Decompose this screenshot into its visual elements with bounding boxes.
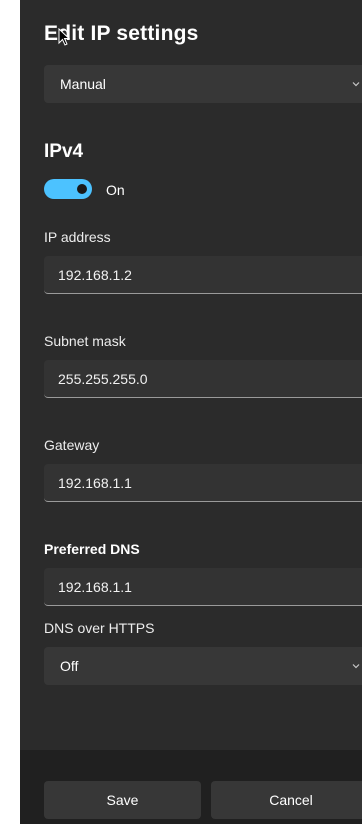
subnet-mask-label: Subnet mask xyxy=(44,333,126,349)
ip-address-label: IP address xyxy=(44,229,111,245)
preferred-dns-value: 192.168.1.1 xyxy=(58,579,132,595)
dns-over-https-dropdown[interactable]: Off xyxy=(44,647,362,685)
ipv4-heading: IPv4 xyxy=(44,141,84,162)
chevron-down-icon xyxy=(352,664,360,669)
preferred-dns-field[interactable]: 192.168.1.1 xyxy=(44,568,362,606)
gateway-value: 192.168.1.1 xyxy=(58,475,132,491)
dns-over-https-label: DNS over HTTPS xyxy=(44,620,155,636)
cancel-button[interactable]: Cancel xyxy=(211,781,362,819)
gateway-field[interactable]: 192.168.1.1 xyxy=(44,464,362,502)
ipv4-toggle[interactable] xyxy=(44,179,92,199)
ip-mode-value: Manual xyxy=(60,76,106,92)
ipv4-toggle-label: On xyxy=(106,182,125,198)
save-button[interactable]: Save xyxy=(44,781,201,819)
dns-over-https-value: Off xyxy=(60,658,79,674)
toggle-knob xyxy=(77,184,87,194)
chevron-down-icon xyxy=(352,82,360,87)
preferred-dns-label: Preferred DNS xyxy=(44,541,140,557)
subnet-mask-field[interactable]: 255.255.255.0 xyxy=(44,360,362,398)
ip-address-field[interactable]: 192.168.1.2 xyxy=(44,256,362,294)
edit-ip-settings-dialog: Edit IP settings Manual IPv4 On IP addre… xyxy=(20,0,362,824)
ip-address-value: 192.168.1.2 xyxy=(58,267,132,283)
subnet-mask-value: 255.255.255.0 xyxy=(58,371,148,387)
gateway-label: Gateway xyxy=(44,437,100,453)
dialog-footer: Save Cancel xyxy=(20,750,362,824)
ip-mode-dropdown[interactable]: Manual xyxy=(44,65,362,103)
mouse-pointer-icon xyxy=(58,28,70,46)
